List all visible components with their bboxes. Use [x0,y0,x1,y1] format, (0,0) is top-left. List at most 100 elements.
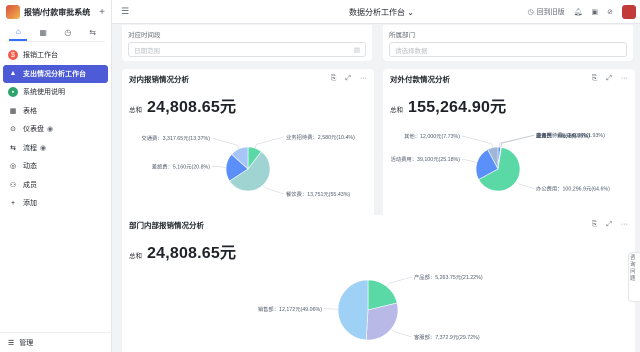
sidebar-item-reimburse-workbench[interactable]: $ 报销工作台 [3,46,108,64]
export-icon[interactable]: ⎘ [592,221,598,229]
kpi: 总和 155,264.90元 [383,93,635,117]
back-to-old-button[interactable]: ◷ 回到旧版 [528,7,565,17]
sidebar-item-table[interactable]: ▦ 表格 [3,102,108,120]
card-header: 部门内部报销情况分析 ⎘ ⤢ ··· [122,215,635,235]
sidebar-tabs: ⌂ ▦ ◷ ⇆ [6,24,105,42]
dept-filter-label: 所属部门 [389,32,415,39]
bell-icon[interactable]: 🔔︎ [574,8,583,16]
page-title-text: 数据分析工作台 [349,8,405,17]
sidebar-item-label: 系统使用说明 [23,89,65,96]
sidebar-item-label: 动态 [23,163,37,170]
pie-slice-2[interactable] [337,279,369,341]
avatar[interactable] [622,5,636,19]
card-title: 对外付款情况分析 [390,74,450,84]
pie-label-line-4 [515,181,535,189]
page-title[interactable]: 数据分析工作台 ⌄ [349,7,414,18]
compass-icon[interactable]: ⊘ [607,8,613,16]
pie-label-line-0 [386,276,413,287]
app-logo [6,5,20,19]
sidebar: 报销/付款审批系统 + ⌂ ▦ ◷ ⇆ $ 报销工作台 ▲ 支出情况分析工作台 … [0,0,112,352]
sidebar-item-manual[interactable]: ▪ 系统使用说明 [3,83,108,101]
sidebar-item-add[interactable]: + 添加 [3,194,108,212]
pie-label-line-5 [461,158,478,163]
sidebar-item-label: 成员 [23,181,37,189]
briefcase-icon[interactable]: ▣ [592,8,599,16]
sidebar-item-flow[interactable]: ⇆ 流程 ◉ [3,139,108,157]
date-range-placeholder: 日期范围 [134,47,160,55]
card-title: 对内报销情况分析 [129,74,189,84]
pie-label-3: 交通费：3,317.65元(13.37%) [141,134,210,142]
clock-icon: ◷ [527,9,534,16]
pie-label-0: 业务招待费：2,580元(10.4%) [286,133,355,141]
pie-label-line-1 [500,135,535,148]
clock-icon[interactable]: ◷ [59,25,77,41]
more-icon[interactable]: ··· [621,75,628,83]
sidebar-item-dashboard[interactable]: ⊙ 仪表盘 ◉ [3,120,108,138]
export-icon[interactable]: ⎘ [592,75,598,83]
sidebar-item-label: 流程 [23,144,37,152]
kpi-value: 155,264.90元 [408,99,507,116]
card-tools: ⎘ ⤢ ··· [331,75,367,83]
manage-icon: ☰ [8,339,15,347]
more-icon[interactable]: ··· [360,75,367,83]
pie-label-line-1 [390,329,413,338]
flow-icon[interactable]: ⇆ [84,25,102,41]
doc-icon: ▪ [8,87,18,97]
eye-icon[interactable]: ◉ [40,144,46,152]
app-title: 报销/付款审批系统 [24,7,91,17]
help-float-tab[interactable]: 咨询 问题 [628,252,640,302]
expand-icon[interactable]: ⤢ [345,75,351,83]
eye-icon[interactable]: ◉ [47,125,53,133]
expand-icon[interactable]: ⤢ [606,75,612,83]
kpi-label: 总和 [129,253,142,260]
dept-filter: 所属部门 请选择数据 [383,25,633,61]
calendar-icon: ▤ [353,46,360,54]
sidebar-item-label: 表格 [23,107,37,115]
date-range-input[interactable]: 日期范围 ▤ [128,42,366,57]
home-icon[interactable]: ⌂ [9,25,28,41]
pie-label-0: 产品部：5,263.75元(21.22%) [414,273,483,281]
date-filter: 对应时间段 日期范围 ▤ [122,25,372,61]
menu-icon[interactable]: ☰ [121,6,129,17]
department-expense-pie-chart: 产品部：5,263.75元(21.22%) 客服部：7,372.9元(29.72%… [258,273,483,341]
pie-label-line-3 [211,137,240,150]
pie-label-6: 其他：12,000元(7.73%) [404,132,460,140]
department-expense-card: 部门内部报销情况分析 ⎘ ⤢ ··· 总和 24,808.65元 产品部：5,2… [122,215,635,352]
pie-label-3: 交通费：1元(0%) [536,131,577,139]
pie-label-line-0 [254,136,285,149]
grid-icon: ▦ [9,107,17,115]
more-icon[interactable]: ··· [621,221,628,229]
card-title: 部门内部报销情况分析 [129,220,204,230]
chart-icon: ▲ [9,70,17,77]
manage-button[interactable]: ☰ 管理 [0,332,112,352]
kpi: 总和 24,808.65元 [122,239,635,263]
kpi-value: 24,808.65元 [147,99,237,116]
sidebar-item-expense-analysis[interactable]: ▲ 支出情况分析工作台 [3,64,108,83]
export-icon[interactable]: ⎘ [331,75,337,83]
sidebar-nav: $ 报销工作台 ▲ 支出情况分析工作台 ▪ 系统使用说明 ▦ 表格 ⊙ 仪表盘 … [0,42,111,217]
plus-icon: + [10,199,16,207]
sidebar-item-label: 报销工作台 [23,52,58,59]
flow-icon: ⇆ [10,144,16,152]
dept-select[interactable]: 请选择数据 [389,42,627,57]
table-icon[interactable]: ▦ [34,25,52,41]
topbar-actions: ◷ 回到旧版 🔔︎ ▣ ⊘ [528,5,636,19]
expand-icon[interactable]: ⤢ [606,221,612,229]
pie-label-line-1 [262,184,285,195]
sidebar-item-members[interactable]: ⚇ 成员 [3,176,108,194]
sidebar-item-activity[interactable]: ◎ 动态 [3,157,108,175]
pie-label-4: 办公费用：100,296.9元(64.6%) [536,185,610,193]
gauge-icon: ⊙ [10,126,16,133]
date-filter-label: 对应时间段 [128,32,161,39]
kpi-label: 总和 [129,107,142,114]
internal-expense-pie-chart: 业务招待费：2,580元(10.4%) 餐饮费：13,751元(55.43%) 差旅… [141,133,355,198]
app-header: 报销/付款审批系统 + [0,0,111,24]
manage-label: 管理 [19,339,34,347]
external-payment-card: 对外付款情况分析 ⎘ ⤢ ··· 总和 155,264.90元 业务招待费：3,… [383,69,635,231]
pie-label-5: 活动费用：39,100元(25.18%) [391,155,461,163]
card-tools: ⎘ ⤢ ··· [592,75,628,83]
back-to-old-label: 回到旧版 [536,9,565,16]
plus-icon[interactable]: + [99,7,105,18]
activity-icon: ◎ [9,163,17,170]
dollar-icon: $ [8,50,18,60]
